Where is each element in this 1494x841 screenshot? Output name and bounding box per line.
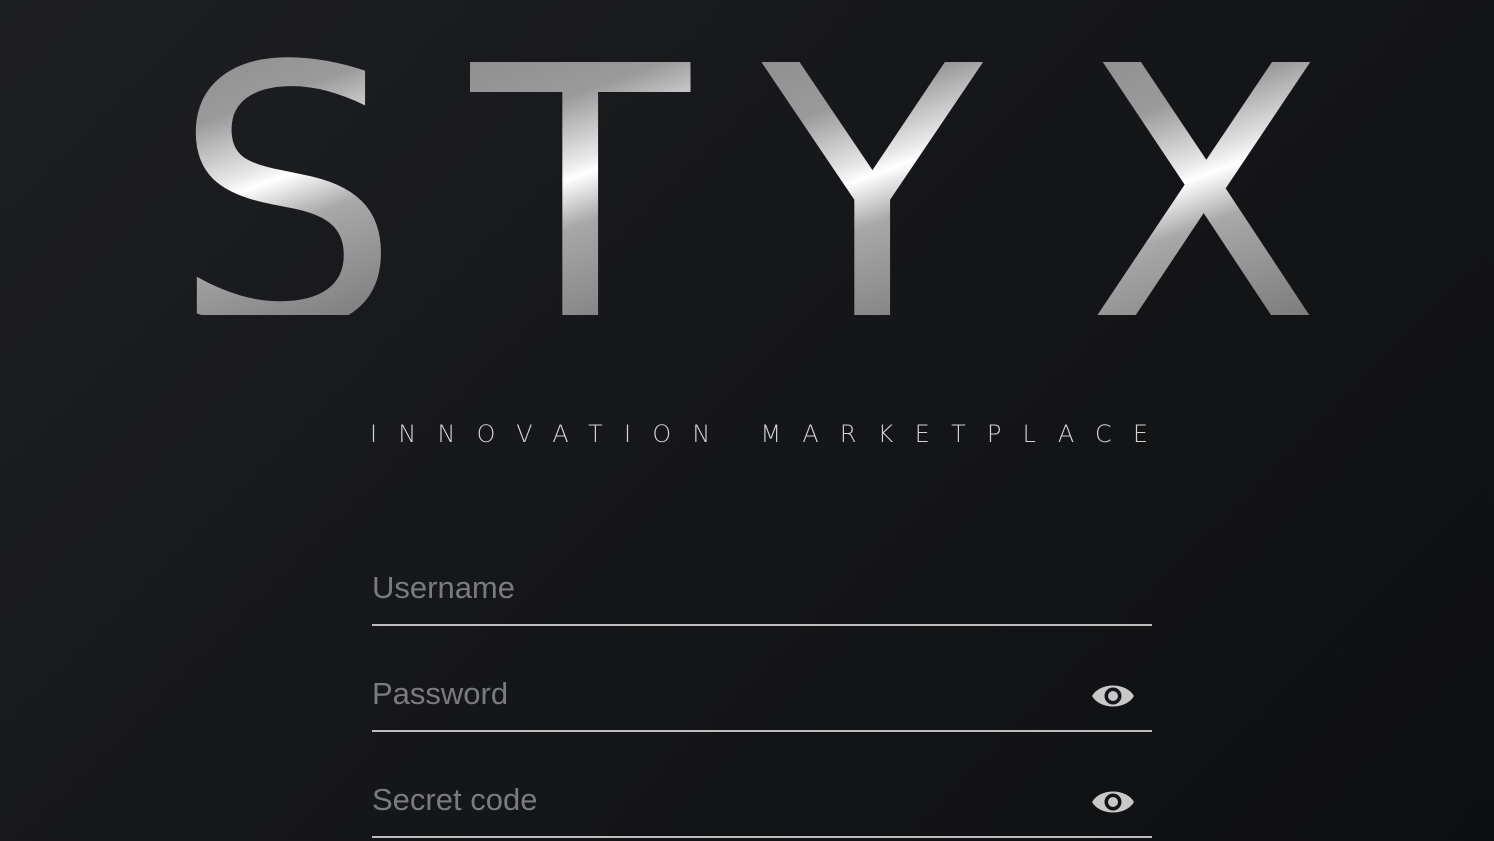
- secret-code-field-wrapper: [372, 762, 1152, 838]
- secret-code-input[interactable]: [372, 780, 1072, 820]
- logo-letter-s: S: [172, 0, 402, 411]
- styx-logo: S T Y X: [0, 0, 1494, 411]
- logo-letter-x: X: [1080, 0, 1328, 411]
- logo-letter-y: Y: [762, 0, 983, 411]
- logo-letter-t: T: [470, 0, 691, 411]
- eye-icon[interactable]: [1090, 784, 1136, 820]
- tagline: INNOVATION MARKETPLACE: [370, 420, 1148, 448]
- username-field-wrapper: [372, 550, 1152, 626]
- password-field-wrapper: [372, 656, 1152, 732]
- password-input[interactable]: [372, 674, 1072, 714]
- eye-icon[interactable]: [1090, 678, 1136, 714]
- login-form: [372, 550, 1152, 841]
- username-input[interactable]: [372, 568, 1072, 608]
- tagline-text: INNOVATION MARKETPLACE: [370, 420, 1170, 448]
